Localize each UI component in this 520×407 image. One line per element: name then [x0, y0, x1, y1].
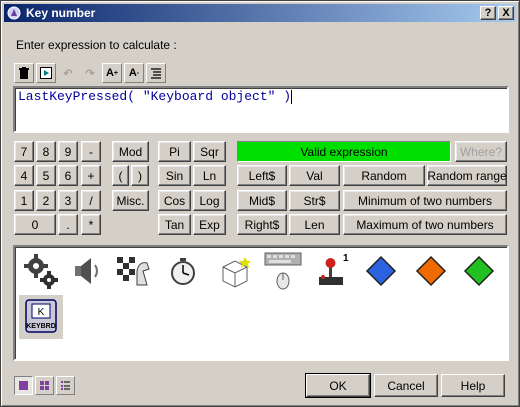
key-number-dialog: Key number ? X Enter expression to calcu… — [0, 0, 520, 407]
left-string-button[interactable]: Left$ — [237, 165, 287, 186]
font-smaller-icon[interactable]: A- — [124, 63, 144, 83]
minimum-button[interactable]: Minimum of two numbers — [343, 190, 507, 211]
view-large-icons-button[interactable] — [14, 376, 33, 395]
app-icon — [6, 5, 22, 21]
exp-button[interactable]: Exp — [193, 214, 226, 235]
editor-toolbar: ↶ ↷ A + A- — [14, 63, 168, 83]
timer-icon[interactable] — [161, 249, 205, 293]
key-minus[interactable]: - — [81, 141, 101, 162]
cos-button[interactable]: Cos — [158, 190, 191, 211]
mid-string-button[interactable]: Mid$ — [237, 190, 287, 211]
random-button[interactable]: Random — [343, 165, 425, 186]
storyboard-icon[interactable] — [111, 249, 155, 293]
key-5[interactable]: 5 — [36, 165, 56, 186]
insert-icon[interactable] — [36, 63, 56, 83]
keyboard-key-letter: K — [38, 307, 45, 318]
paren-open-button[interactable]: ( — [112, 165, 129, 186]
player-joystick-icon[interactable]: 1 — [311, 249, 355, 293]
key-decimal[interactable]: . — [58, 214, 78, 235]
key-0[interactable]: 0 — [14, 214, 56, 235]
expression-text: LastKeyPressed( "Keyboard object" ) — [18, 89, 292, 104]
ok-button[interactable]: OK — [305, 373, 371, 398]
tan-button[interactable]: Tan — [158, 214, 191, 235]
text-caret — [291, 89, 293, 104]
keyboard-object-icon[interactable]: K KEYBRD — [19, 295, 63, 339]
view-list-button[interactable] — [56, 376, 75, 395]
sound-icon[interactable] — [65, 249, 109, 293]
close-button[interactable]: X — [498, 6, 514, 20]
maximum-button[interactable]: Maximum of two numbers — [343, 214, 507, 235]
where-button[interactable]: Where? — [455, 141, 507, 162]
key-2[interactable]: 2 — [36, 190, 56, 211]
mouse-keyboard-icon[interactable] — [261, 249, 305, 293]
expression-prompt: Enter expression to calculate : — [16, 38, 177, 52]
help-button[interactable]: Help — [441, 374, 505, 397]
expression-editor[interactable]: LastKeyPressed( "Keyboard object" ) — [13, 86, 509, 133]
key-multiply[interactable]: * — [81, 214, 101, 235]
key-divide[interactable]: / — [81, 190, 101, 211]
log-button[interactable]: Log — [193, 190, 226, 211]
cancel-button[interactable]: Cancel — [374, 374, 438, 397]
help-title-button[interactable]: ? — [480, 6, 496, 20]
val-button[interactable]: Val — [289, 165, 340, 186]
random-range-button[interactable]: Random range — [427, 165, 507, 186]
key-7[interactable]: 7 — [14, 141, 34, 162]
sin-button[interactable]: Sin — [158, 165, 191, 186]
create-object-icon[interactable] — [213, 249, 257, 293]
ln-button[interactable]: Ln — [193, 165, 226, 186]
key-6[interactable]: 6 — [58, 165, 78, 186]
key-4[interactable]: 4 — [14, 165, 34, 186]
key-plus[interactable]: + — [81, 165, 101, 186]
object-list: 1 K KEYBRD — [13, 245, 509, 361]
misc-button[interactable]: Misc. — [112, 190, 149, 211]
font-larger-icon[interactable]: A + — [102, 63, 122, 83]
right-string-button[interactable]: Right$ — [237, 214, 287, 235]
blue-diamond-icon[interactable] — [359, 249, 403, 293]
str-string-button[interactable]: Str$ — [289, 190, 340, 211]
format-icon[interactable] — [146, 63, 166, 83]
trash-icon[interactable] — [14, 63, 34, 83]
window-title: Key number — [26, 6, 96, 20]
key-3[interactable]: 3 — [58, 190, 78, 211]
view-small-icons-button[interactable] — [35, 376, 54, 395]
len-button[interactable]: Len — [289, 214, 340, 235]
player-number-badge: 1 — [343, 253, 349, 264]
keyboard-caption: KEYBRD — [26, 323, 56, 330]
key-9[interactable]: 9 — [58, 141, 78, 162]
validity-status: Valid expression — [237, 141, 451, 162]
orange-diamond-icon[interactable] — [409, 249, 453, 293]
paren-close-button[interactable]: ) — [131, 165, 149, 186]
pi-button[interactable]: Pi — [158, 141, 191, 162]
title-bar: Key number ? X — [4, 4, 516, 22]
mod-button[interactable]: Mod — [112, 141, 149, 162]
green-diamond-icon[interactable] — [457, 249, 501, 293]
undo-icon[interactable]: ↶ — [58, 63, 78, 83]
redo-icon[interactable]: ↷ — [80, 63, 100, 83]
special-conditions-icon[interactable] — [19, 249, 63, 293]
sqr-button[interactable]: Sqr — [193, 141, 226, 162]
key-1[interactable]: 1 — [14, 190, 34, 211]
key-8[interactable]: 8 — [36, 141, 56, 162]
